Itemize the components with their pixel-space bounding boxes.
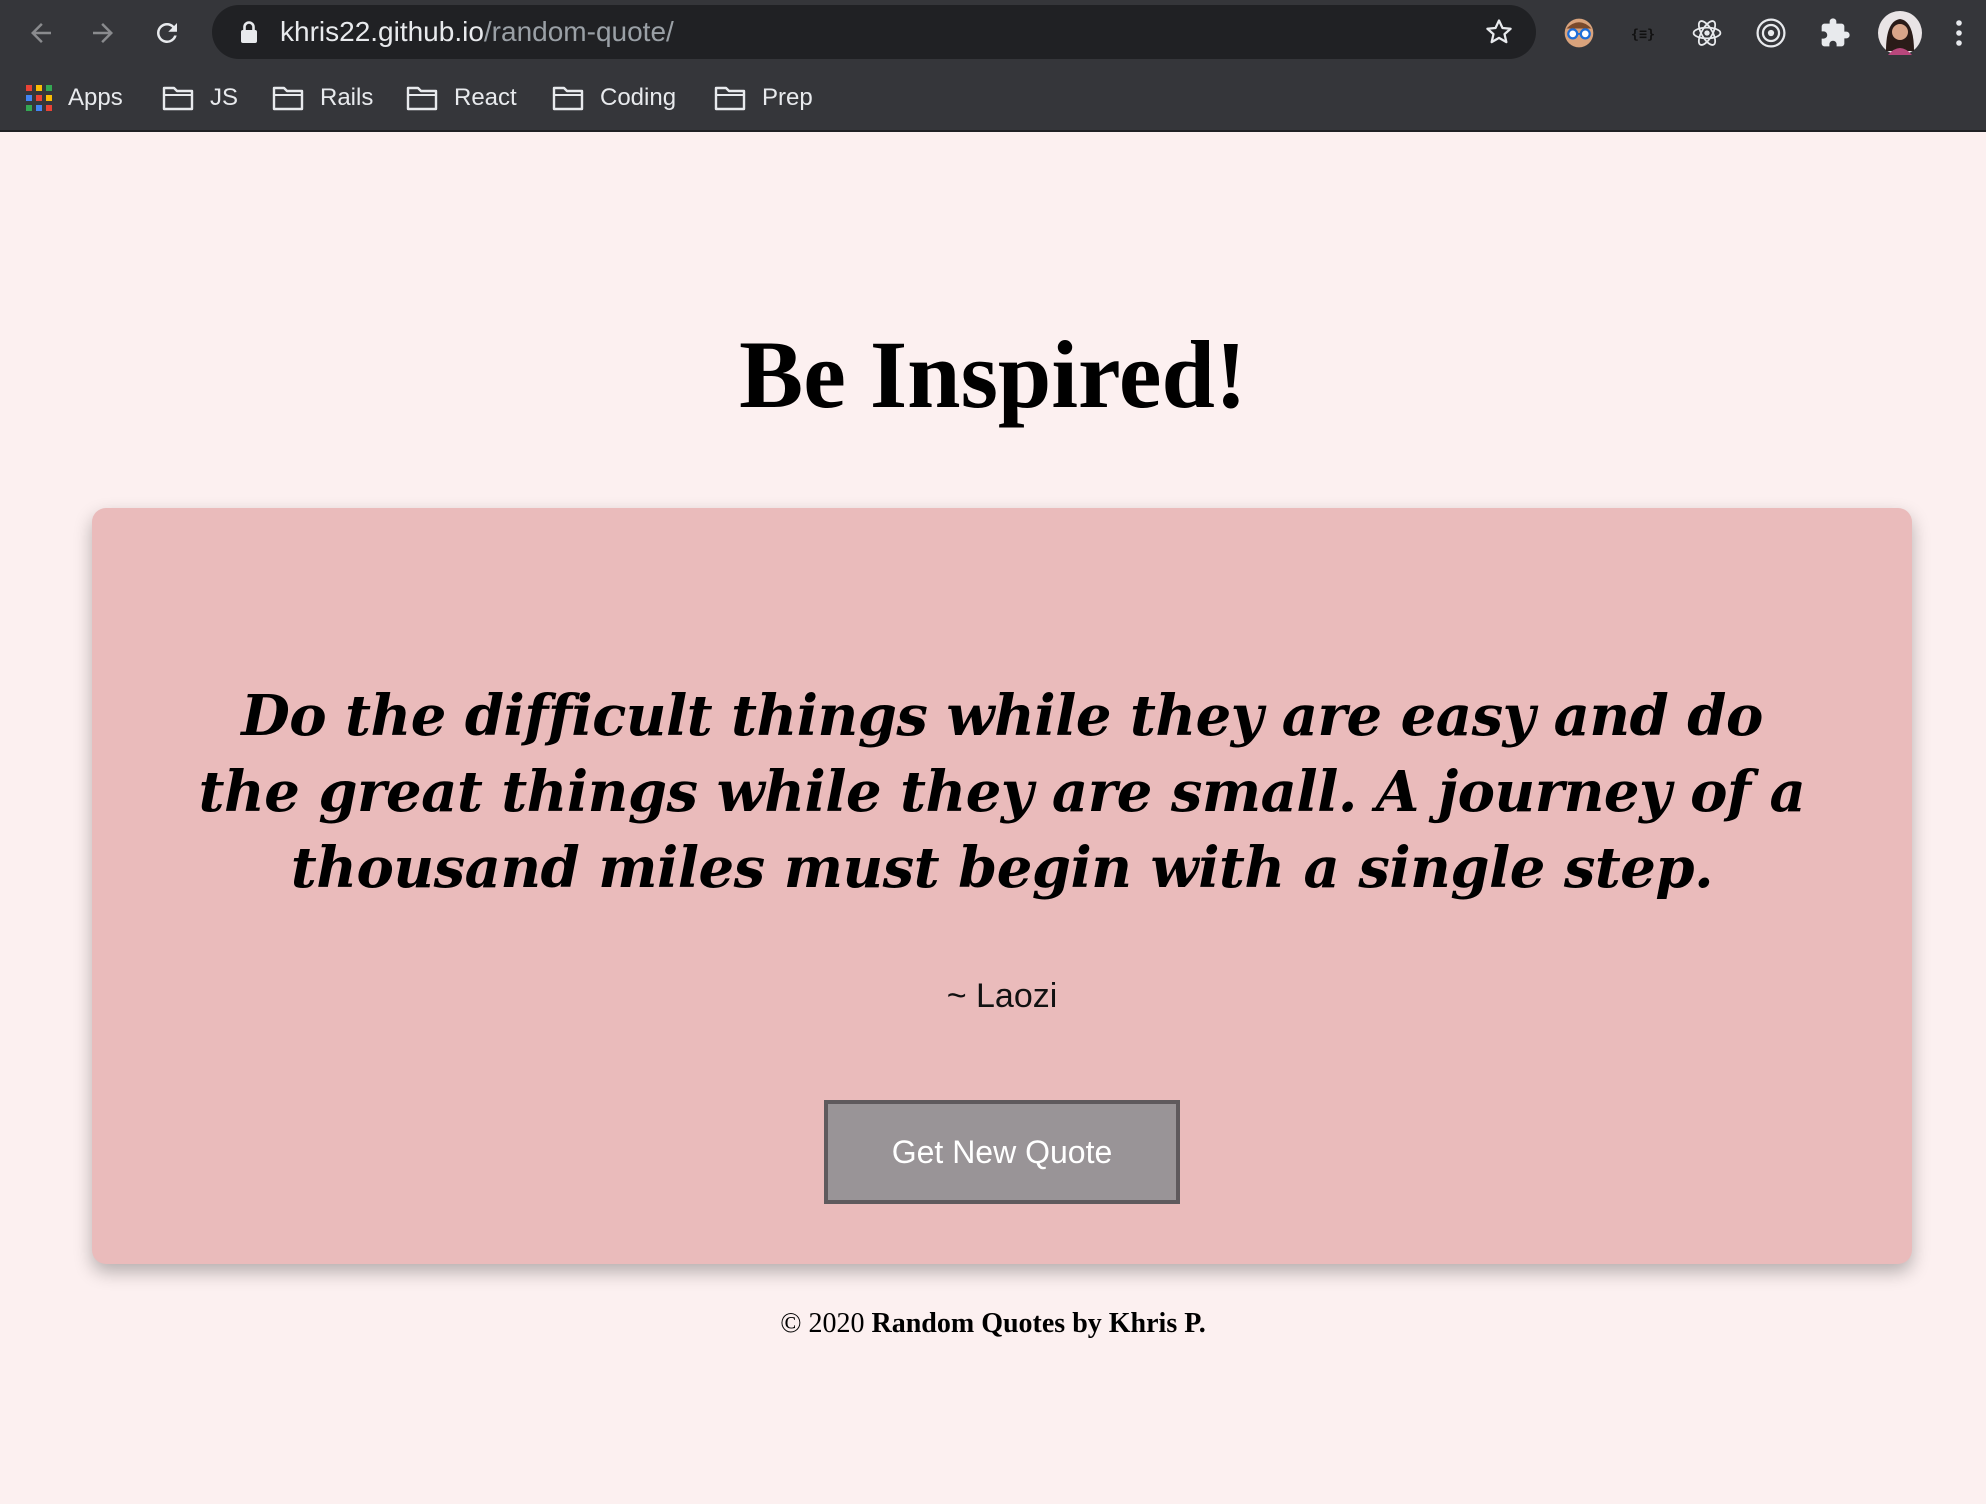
puzzle-extensions-icon[interactable] [1816, 14, 1854, 52]
bookmark-apps[interactable]: Apps [26, 78, 123, 118]
bookmark-label: Rails [320, 84, 374, 111]
url-path: /random-quote/ [483, 16, 674, 47]
url-host: khris22.github.io [280, 16, 484, 47]
url-text: khris22.github.io/random-quote/ [280, 17, 674, 47]
footer-copyright: © 2020 [780, 1308, 865, 1339]
page-content: Be Inspired! Do the difficult things whi… [0, 132, 1986, 1504]
bookmark-label: Prep [762, 84, 813, 111]
bookmark-label: JS [210, 84, 239, 111]
bookmark-label: React [454, 84, 517, 111]
profile-avatar-icon[interactable] [1878, 11, 1922, 55]
bookmark-label: Apps [68, 84, 123, 111]
address-bar[interactable]: khris22.github.io/random-quote/ [212, 5, 1536, 59]
bookmark-folder-prep[interactable]: Prep [714, 78, 813, 118]
bookmark-label: Coding [600, 84, 677, 111]
forward-arrow-icon [93, 23, 113, 43]
bookmarks-bar: Apps JS Rails React Coding Prep [0, 66, 1986, 132]
browser-toolbar: khris22.github.io/random-quote/ {≡} [0, 0, 1986, 66]
glasses-extension-icon[interactable] [1560, 14, 1598, 52]
lock-icon [241, 21, 257, 43]
bookmark-star-icon[interactable] [1484, 17, 1514, 47]
apps-grid-icon [26, 85, 52, 111]
quote-text: Do the difficult things while they are e… [198, 683, 1806, 901]
quote-card: Do the difficult things while they are e… [92, 508, 1912, 1264]
back-button[interactable] [20, 12, 62, 54]
forward-button[interactable] [82, 12, 124, 54]
reload-button[interactable] [146, 12, 188, 54]
get-new-quote-button[interactable]: Get New Quote [824, 1100, 1180, 1204]
bookmark-folder-react[interactable]: React [406, 78, 517, 118]
menu-kebab-icon[interactable] [1944, 14, 1974, 52]
folder-icon [552, 86, 584, 111]
bookmark-folder-rails[interactable]: Rails [272, 78, 373, 118]
folder-icon [714, 86, 746, 111]
folder-icon [406, 86, 438, 111]
svg-text:{≡}: {≡} [1631, 27, 1655, 42]
footer-credit: Random Quotes by Khris P. [871, 1308, 1206, 1339]
folder-icon [162, 86, 194, 111]
quote-author: ~ Laozi [946, 977, 1058, 1015]
reload-icon [157, 22, 177, 43]
bookmark-folder-coding[interactable]: Coding [552, 78, 676, 118]
back-arrow-icon [31, 23, 51, 43]
footer: © 2020 Random Quotes by Khris P. [0, 1308, 1986, 1340]
json-extension-icon[interactable]: {≡} [1624, 14, 1662, 52]
target-extension-icon[interactable] [1752, 14, 1790, 52]
bookmark-folder-js[interactable]: JS [162, 78, 238, 118]
page-title: Be Inspired! [739, 321, 1247, 428]
folder-icon [272, 86, 304, 111]
react-devtools-icon[interactable] [1688, 14, 1726, 52]
